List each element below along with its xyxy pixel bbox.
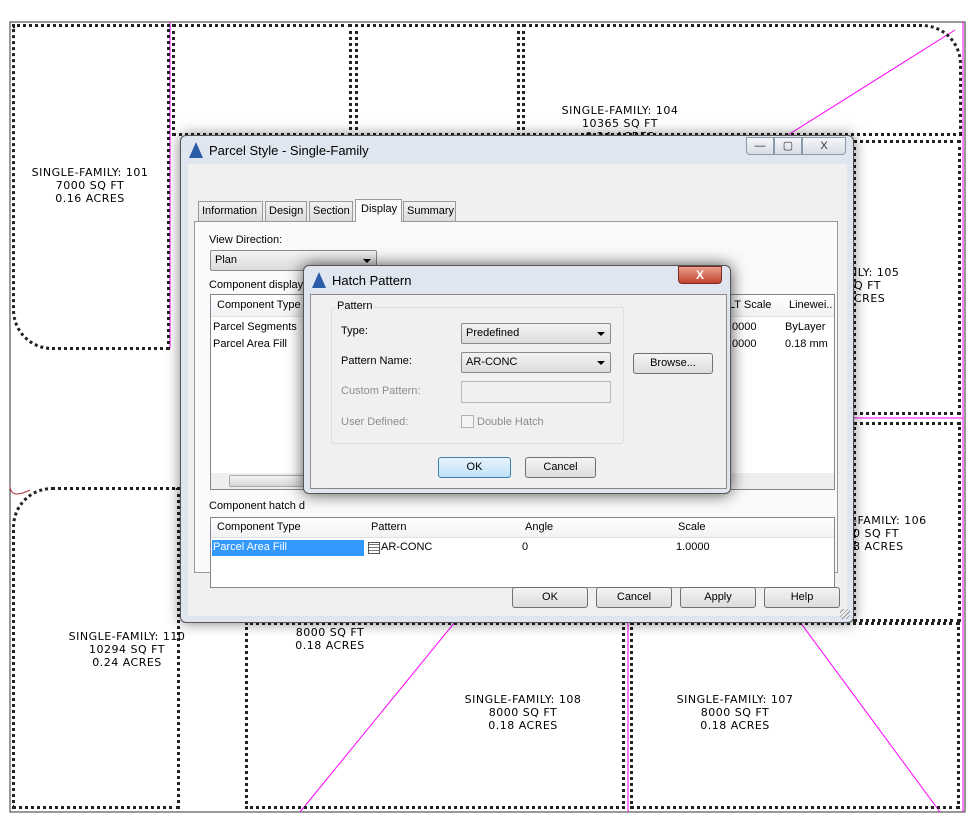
parcel-102 <box>172 24 352 136</box>
hatch-pattern-icon <box>368 542 380 554</box>
user-defined-label: User Defined: <box>341 416 409 428</box>
type-label: Type: <box>341 325 368 337</box>
tab-section[interactable]: Section <box>309 201 353 221</box>
column-angle[interactable]: Angle <box>525 521 553 533</box>
hatch-close-button[interactable]: X <box>678 266 722 284</box>
hatch-cancel-button[interactable]: Cancel <box>525 457 596 478</box>
browse-button[interactable]: Browse... <box>633 353 713 374</box>
parcel-103 <box>355 24 520 136</box>
custom-pattern-input[interactable] <box>461 381 611 403</box>
tab-information[interactable]: Information <box>198 201 263 221</box>
close-button[interactable]: X <box>802 137 846 155</box>
hatch-ok-button[interactable]: OK <box>438 457 511 478</box>
minimize-button[interactable]: — <box>746 137 774 155</box>
parcel-label-101: SINGLE-FAMILY: 101 7000 SQ FT 0.16 ACRES <box>31 166 149 205</box>
cancel-button[interactable]: Cancel <box>596 587 672 608</box>
column-scale[interactable]: Scale <box>678 521 706 533</box>
pattern-name-select[interactable]: AR-CONC <box>461 352 611 373</box>
civil3d-logo-icon <box>312 272 326 288</box>
apply-button[interactable]: Apply <box>680 587 756 608</box>
hatch-row-type-selected[interactable]: Parcel Area Fill <box>212 540 364 556</box>
custom-pattern-label: Custom Pattern: <box>341 385 421 397</box>
row-lt-scale[interactable]: .0000 <box>729 338 757 350</box>
chevron-down-icon <box>597 361 605 365</box>
civil3d-logo-icon <box>189 142 203 158</box>
hatch-row-scale[interactable]: 1.0000 <box>676 541 710 553</box>
ok-button[interactable]: OK <box>512 587 588 608</box>
tab-design[interactable]: Design <box>265 201 307 221</box>
row-type[interactable]: Parcel Area Fill <box>213 338 287 350</box>
pattern-name-label: Pattern Name: <box>341 355 412 367</box>
row-lineweight[interactable]: 0.18 mm <box>785 338 828 350</box>
hatch-row-pattern[interactable]: AR-CONC <box>381 541 432 553</box>
row-lt-scale[interactable]: .0000 <box>729 321 757 333</box>
column-component-type[interactable]: Component Type <box>217 521 301 533</box>
column-lt-scale[interactable]: LT Scale <box>729 299 771 311</box>
hatch-dialog-title-bar[interactable]: Hatch Pattern <box>312 272 412 288</box>
tab-display[interactable]: Display <box>355 199 402 222</box>
parcel-label-107: SINGLE-FAMILY: 107 8000 SQ FT 0.18 ACRES <box>676 693 794 732</box>
dialog-title: Parcel Style - Single-Family <box>209 142 369 158</box>
hatch-dialog-title: Hatch Pattern <box>332 272 412 288</box>
column-component-type[interactable]: Component Type <box>217 299 301 311</box>
hatch-pattern-dialog: Hatch Pattern X Pattern Type: Predefined… <box>303 265 731 494</box>
type-select[interactable]: Predefined <box>461 323 611 344</box>
parcel-label-110: SINGLE-FAMILY: 110 10294 SQ FT 0.24 ACRES <box>68 630 186 669</box>
column-pattern[interactable]: Pattern <box>371 521 406 533</box>
row-lineweight[interactable]: ByLayer <box>785 321 825 333</box>
maximize-button[interactable]: ▢ <box>774 137 802 155</box>
help-button[interactable]: Help <box>764 587 840 608</box>
chevron-down-icon <box>363 259 371 263</box>
row-type[interactable]: Parcel Segments <box>213 321 297 333</box>
chevron-down-icon <box>597 332 605 336</box>
component-hatch-list[interactable]: Component Type Pattern Angle Scale Parce… <box>210 517 835 588</box>
hatch-row-angle[interactable]: 0 <box>522 541 528 553</box>
column-lineweight[interactable]: Linewei.. <box>789 299 832 311</box>
view-direction-label: View Direction: <box>209 234 283 246</box>
component-display-label: Component display: <box>209 279 307 291</box>
parcel-label-108: SINGLE-FAMILY: 108 8000 SQ FT 0.18 ACRES <box>464 693 582 732</box>
double-hatch-label: Double Hatch <box>477 416 544 428</box>
double-hatch-checkbox[interactable] <box>461 415 474 428</box>
parcel-label-105: ILY: 105 Q FT CRES <box>854 266 900 305</box>
tab-summary[interactable]: Summary <box>403 201 456 221</box>
parcel-label-106: -FAMILY: 106 0 SQ FT 8 ACRES <box>853 514 927 553</box>
resize-grip[interactable] <box>840 609 850 619</box>
pattern-group-label: Pattern <box>335 300 375 312</box>
dialog-title-bar[interactable]: Parcel Style - Single-Family <box>189 142 369 158</box>
component-hatch-label: Component hatch d <box>209 500 306 512</box>
